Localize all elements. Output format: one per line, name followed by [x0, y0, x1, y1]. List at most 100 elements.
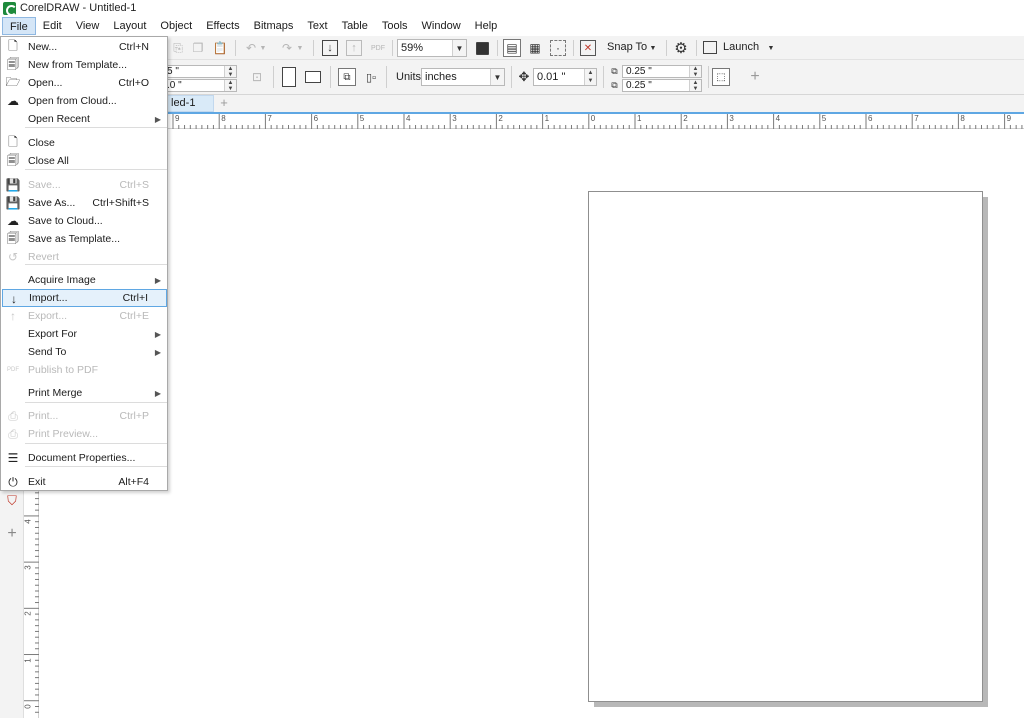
- landscape-icon[interactable]: [305, 71, 321, 83]
- pdf-icon: PDF: [7, 367, 19, 373]
- ruler-label: 1: [544, 114, 550, 123]
- file-menu-item-close[interactable]: 🗋 Close: [2, 134, 167, 152]
- page-width-field[interactable]: 5 " ▲ ▼: [163, 65, 237, 78]
- file-menu-item-save-as-template[interactable]: 🗐 Save as Template...: [2, 230, 167, 248]
- show-grid-icon[interactable]: ▦: [527, 40, 543, 56]
- ruler-label: 8: [960, 114, 965, 123]
- revert-icon: ↺: [7, 250, 19, 264]
- new-tab-plus-icon[interactable]: +: [217, 96, 231, 110]
- snap-to-label[interactable]: Snap To: [607, 41, 647, 53]
- menu-file[interactable]: File: [2, 17, 36, 35]
- menu-layout[interactable]: Layout: [106, 17, 153, 35]
- menu-item-shortcut: Ctrl+I: [122, 292, 148, 304]
- zoom-level-dropdown[interactable]: 59% ▼: [397, 39, 467, 57]
- file-menu-item-print-merge[interactable]: Print Merge ▶: [2, 384, 167, 402]
- ruler-label: 4: [406, 114, 411, 123]
- file-menu-item-save-to-cloud[interactable]: ☁ Save to Cloud...: [2, 212, 167, 230]
- ruler-label: 4: [23, 519, 33, 524]
- pdf-icon[interactable]: PDF: [370, 40, 386, 56]
- page-orientation-lock-icon[interactable]: ⊡: [249, 69, 265, 85]
- menu-window[interactable]: Window: [415, 17, 468, 35]
- file-menu-item-acquire-image[interactable]: Acquire Image ▶: [2, 271, 167, 289]
- duplicate-distance-y-field[interactable]: 0.25 " ▲ ▼: [622, 79, 702, 92]
- menu-item-shortcut: Ctrl+S: [119, 179, 149, 191]
- file-menu-item-new[interactable]: 🗋 New... Ctrl+N: [2, 38, 167, 56]
- document-tab-label: led-1: [171, 97, 196, 109]
- paste-icon[interactable]: 📋: [212, 40, 228, 56]
- page-width-spinner[interactable]: ▲ ▼: [224, 66, 236, 78]
- nudge-distance-field[interactable]: 0.01 " ▲ ▼: [533, 68, 597, 86]
- import-icon[interactable]: ↓: [322, 40, 338, 56]
- redo-dropdown-icon[interactable]: ▼: [296, 40, 304, 56]
- page-border-icon[interactable]: ⬚: [712, 68, 730, 86]
- copy-icon[interactable]: ❐: [190, 40, 206, 56]
- undo-dropdown-icon[interactable]: ▼: [259, 40, 267, 56]
- launch-label[interactable]: Launch: [723, 41, 759, 53]
- menu-tools[interactable]: Tools: [375, 17, 415, 35]
- menu-item-label: Save As...: [28, 197, 76, 209]
- current-page-icon[interactable]: ▯▫: [362, 68, 380, 86]
- save-template-icon: 🗐: [7, 230, 19, 245]
- horizontal-ruler[interactable]: 9 8 7 6 5 4 3 2 1 0 1 2 3 4 5 6 7 8 9: [160, 114, 1024, 129]
- file-menu-item-close-all[interactable]: 🗐 Close All: [2, 152, 167, 170]
- file-menu-item-open-recent[interactable]: Open Recent ▶: [2, 110, 167, 128]
- coreldraw-app-icon: [3, 1, 17, 16]
- separator: [386, 66, 387, 88]
- file-menu-item-exit[interactable]: ⏻ Exit Alt+F4: [2, 473, 167, 491]
- file-menu-item-export-for[interactable]: Export For ▶: [2, 325, 167, 343]
- add-tool-icon[interactable]: +: [4, 525, 20, 542]
- menu-text[interactable]: Text: [300, 17, 334, 35]
- file-menu-item-open-from-cloud[interactable]: ☁ Open from Cloud...: [2, 92, 167, 110]
- launch-icon[interactable]: [703, 41, 717, 54]
- show-rulers-icon[interactable]: ▤: [503, 39, 521, 57]
- undo-icon[interactable]: ↶: [244, 40, 258, 56]
- file-menu-item-send-to[interactable]: Send To ▶: [2, 343, 167, 361]
- snap-off-icon[interactable]: ✕: [580, 40, 596, 56]
- menu-object[interactable]: Object: [153, 17, 199, 35]
- page-height-spinner[interactable]: ▲ ▼: [224, 80, 236, 92]
- fill-bucket-icon[interactable]: ⛉: [4, 493, 20, 509]
- file-menu-item-open[interactable]: 🗁 Open... Ctrl+O: [2, 74, 167, 92]
- all-pages-icon[interactable]: ⧉: [338, 68, 356, 86]
- nudge-distance-spinner[interactable]: ▲ ▼: [584, 69, 596, 85]
- menu-item-shortcut: Ctrl+N: [118, 41, 149, 53]
- units-dropdown[interactable]: inches ▼: [421, 68, 505, 86]
- document-tab[interactable]: led-1: [160, 95, 214, 112]
- add-icon[interactable]: +: [747, 68, 763, 86]
- menu-table[interactable]: Table: [335, 17, 375, 35]
- duplicate-x-spinner[interactable]: ▲ ▼: [689, 66, 701, 78]
- cut-icon[interactable]: ⎘: [170, 40, 186, 56]
- ruler-label: 3: [23, 565, 33, 570]
- ruler-label: 6: [868, 114, 873, 123]
- menu-effects[interactable]: Effects: [199, 17, 246, 35]
- full-screen-preview-icon[interactable]: [474, 40, 490, 56]
- file-menu-item-document-properties[interactable]: ☰ Document Properties...: [2, 449, 167, 467]
- menu-edit[interactable]: Edit: [36, 17, 69, 35]
- ruler-label: 5: [821, 114, 827, 123]
- file-menu-item-save-as[interactable]: 💾 Save As... Ctrl+Shift+S: [2, 194, 167, 212]
- export-icon[interactable]: ↑: [346, 40, 362, 56]
- snap-to-dropdown-icon[interactable]: ▼: [648, 40, 658, 56]
- launch-dropdown-icon[interactable]: ▼: [766, 40, 776, 56]
- drawing-page[interactable]: [588, 191, 983, 702]
- menu-bitmaps[interactable]: Bitmaps: [247, 17, 301, 35]
- ruler-label: 2: [498, 114, 503, 123]
- show-guidelines-icon[interactable]: ·: [550, 40, 566, 56]
- file-menu-item-publish-to-pdf: PDF Publish to PDF: [2, 361, 167, 379]
- duplicate-distance-x-icon: ⧉: [611, 66, 618, 76]
- submenu-arrow-icon: ▶: [154, 114, 161, 124]
- portrait-icon[interactable]: [282, 67, 296, 87]
- file-menu-item-new-from-template[interactable]: 🗐 New from Template...: [2, 56, 167, 74]
- redo-icon[interactable]: ↷: [280, 40, 294, 56]
- ruler-label: 2: [683, 114, 688, 123]
- gear-icon[interactable]: ⚙: [672, 39, 690, 57]
- menu-item-label: Document Properties...: [28, 452, 136, 464]
- menu-view[interactable]: View: [69, 17, 107, 35]
- duplicate-distance-x-field[interactable]: 0.25 " ▲ ▼: [622, 65, 702, 78]
- page-height-field[interactable]: .0 " ▲ ▼: [163, 79, 237, 92]
- file-menu-item-import[interactable]: ↓ Import... Ctrl+I: [2, 289, 167, 307]
- new-template-icon: 🗐: [7, 56, 19, 71]
- ruler-label: 2: [23, 611, 33, 617]
- duplicate-y-spinner[interactable]: ▲ ▼: [689, 80, 701, 92]
- menu-help[interactable]: Help: [468, 17, 505, 35]
